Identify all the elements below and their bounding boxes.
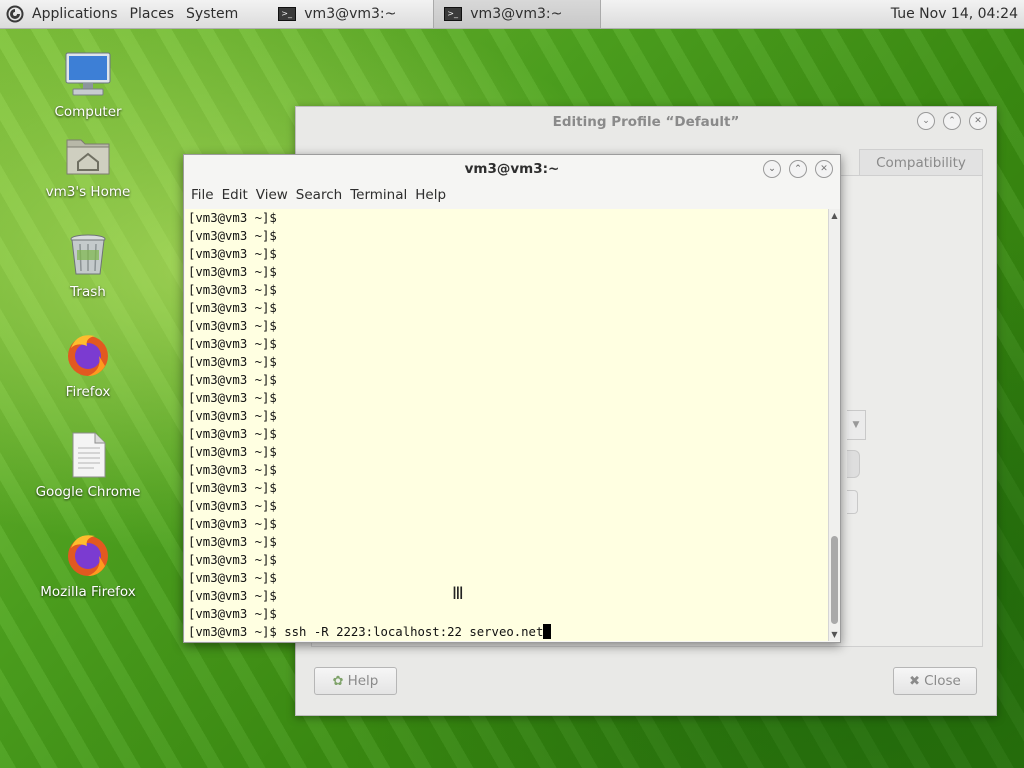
terminal-line: [vm3@vm3 ~]$ (188, 247, 277, 261)
minimize-button[interactable]: ⌄ (763, 160, 781, 178)
firefox-icon (63, 530, 113, 580)
terminal-line: [vm3@vm3 ~]$ (188, 427, 277, 441)
desktop-icon-label: Google Chrome (35, 484, 141, 500)
terminal-command-line: [vm3@vm3 ~]$ ssh -R 2223:localhost:22 se… (188, 623, 828, 641)
terminal-line: [vm3@vm3 ~]$ (188, 535, 277, 549)
toggle-switch[interactable] (847, 450, 860, 478)
home-folder-icon (63, 130, 113, 180)
taskbar-button-terminal-1[interactable]: >_ vm3@vm3:~ (268, 0, 413, 28)
menu-terminal[interactable]: Terminal (346, 187, 411, 203)
terminal-line: [vm3@vm3 ~]$ (188, 517, 277, 531)
menu-file[interactable]: File (187, 187, 218, 203)
desktop-icon-label: vm3's Home (45, 184, 131, 200)
close-button-label: Close (924, 673, 961, 689)
help-button[interactable]: ✿ Help (314, 667, 397, 695)
desktop-icon-label: Trash (70, 284, 106, 300)
taskbar-button-terminal-2[interactable]: >_ vm3@vm3:~ (433, 0, 602, 28)
terminal-line: [vm3@vm3 ~]$ (188, 265, 277, 279)
terminal-line: [vm3@vm3 ~]$ (188, 373, 277, 387)
terminal-line: [vm3@vm3 ~]$ (188, 571, 277, 585)
terminal-scrollbar[interactable]: ▲ ▼ (828, 209, 840, 641)
menu-edit[interactable]: Edit (218, 187, 252, 203)
help-icon: ✿ (332, 673, 344, 689)
scroll-up-icon[interactable]: ▲ (830, 211, 839, 220)
terminal-titlebar[interactable]: vm3@vm3:~ ⌄ ⌃ ✕ (184, 155, 840, 183)
terminal-line: [vm3@vm3 ~]$ (188, 211, 277, 225)
terminal-line: [vm3@vm3 ~]$ (188, 607, 277, 621)
tab-compatibility[interactable]: Compatibility (859, 149, 983, 177)
taskbar-button-label: vm3@vm3:~ (470, 6, 563, 22)
desktop-icon-label: Firefox (65, 384, 111, 400)
terminal-icon: >_ (444, 7, 463, 21)
places-menu[interactable]: Places (124, 0, 181, 28)
minimize-button[interactable]: ⌄ (917, 112, 935, 130)
dropdown-arrow-icon[interactable]: ▼ (847, 410, 866, 440)
close-button[interactable]: ✖ Close (893, 667, 977, 695)
profile-window-title: Editing Profile “Default” (552, 114, 740, 130)
terminal-line: [vm3@vm3 ~]$ (188, 283, 277, 297)
trash-icon (63, 230, 113, 280)
terminal-line: [vm3@vm3 ~]$ (188, 355, 277, 369)
terminal-window[interactable]: vm3@vm3:~ ⌄ ⌃ ✕ File Edit View Search Te… (183, 154, 841, 643)
terminal-line: [vm3@vm3 ~]$ (188, 463, 277, 477)
applications-menu[interactable]: Applications (26, 0, 124, 28)
terminal-line: [vm3@vm3 ~]$ (188, 391, 277, 405)
close-icon: ✖ (909, 673, 921, 689)
desktop-icon-computer[interactable]: Computer (28, 50, 148, 120)
terminal-line: [vm3@vm3 ~]$ (188, 409, 277, 423)
terminal-output[interactable]: [vm3@vm3 ~]$ [vm3@vm3 ~]$ [vm3@vm3 ~]$ [vm3… (185, 209, 828, 641)
desktop-icon-google-chrome[interactable]: Google Chrome (28, 430, 148, 500)
terminal-line: [vm3@vm3 ~]$ (188, 301, 277, 315)
scroll-down-icon[interactable]: ▼ (830, 630, 839, 639)
terminal-cursor (543, 624, 552, 639)
clock[interactable]: Tue Nov 14, 04:24 (891, 6, 1024, 22)
desktop-icon-home[interactable]: vm3's Home (28, 130, 148, 200)
menu-view[interactable]: View (252, 187, 292, 203)
desktop-icon-firefox[interactable]: Firefox (28, 330, 148, 400)
terminal-line: [vm3@vm3 ~]$ (188, 229, 277, 243)
firefox-icon (63, 330, 113, 380)
computer-icon (63, 50, 113, 100)
menu-help[interactable]: Help (411, 187, 450, 203)
terminal-line: [vm3@vm3 ~]$ (188, 445, 277, 459)
terminal-line: [vm3@vm3 ~]$ (188, 553, 277, 567)
distro-logo-icon[interactable] (4, 3, 26, 25)
close-window-button[interactable]: ✕ (969, 112, 987, 130)
desktop-icon-label: Computer (54, 104, 122, 120)
help-button-label: Help (347, 673, 379, 689)
close-window-button[interactable]: ✕ (815, 160, 833, 178)
terminal-line: [vm3@vm3 ~]$ (188, 337, 277, 351)
menu-search[interactable]: Search (292, 187, 346, 203)
desktop-icon-trash[interactable]: Trash (28, 230, 148, 300)
maximize-button[interactable]: ⌃ (789, 160, 807, 178)
scrollbar-thumb[interactable] (831, 536, 838, 624)
desktop-icon-label: Mozilla Firefox (40, 584, 136, 600)
terminal-line: [vm3@vm3 ~]$ (188, 319, 277, 333)
terminal-title: vm3@vm3:~ (464, 161, 560, 177)
terminal-menubar: File Edit View Search Terminal Help (184, 183, 840, 207)
maximize-button[interactable]: ⌃ (943, 112, 961, 130)
terminal-icon: >_ (278, 7, 297, 21)
taskbar-button-label: vm3@vm3:~ (304, 6, 397, 22)
system-menu[interactable]: System (180, 0, 244, 28)
terminal-line: [vm3@vm3 ~]$ (188, 589, 277, 603)
text-cursor-icon: Ⅲ (452, 584, 464, 604)
terminal-line: [vm3@vm3 ~]$ (188, 481, 277, 495)
top-panel: Applications Places System >_ vm3@vm3:~ … (0, 0, 1024, 29)
button-edge[interactable] (847, 490, 858, 514)
desktop-icon-mozilla-firefox[interactable]: Mozilla Firefox (28, 530, 148, 600)
terminal-line: [vm3@vm3 ~]$ (188, 499, 277, 513)
document-icon (63, 430, 113, 480)
terminal-lines: [vm3@vm3 ~]$ [vm3@vm3 ~]$ [vm3@vm3 ~]$ [vm3… (185, 209, 828, 641)
